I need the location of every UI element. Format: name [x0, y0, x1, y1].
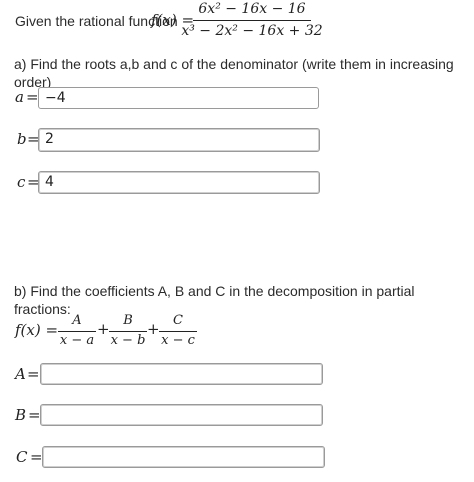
fraction-bar	[193, 20, 311, 21]
row-a-label: a	[15, 88, 24, 106]
coef-A-label: A	[15, 365, 26, 383]
fraction-denominator: x³ − 2x² − 16x + 32	[181, 23, 323, 39]
term-a-numerator: A	[72, 313, 82, 328]
root-b-input[interactable]: 2	[38, 128, 320, 152]
root-a-input[interactable]: −4	[38, 87, 319, 109]
term-a-bar	[58, 331, 96, 332]
part-b-fx: f(x) =	[15, 321, 59, 339]
part-a-prompt: a) Find the roots a,b and c of the denom…	[14, 56, 454, 90]
term-c-fraction: C x − c	[159, 313, 197, 349]
coef-B-input[interactable]	[40, 404, 323, 426]
coef-B-equals: =	[28, 406, 41, 424]
term-c-numerator: C	[173, 313, 183, 328]
coef-A-input[interactable]	[40, 363, 323, 385]
term-b-bar	[109, 331, 147, 332]
fraction-numerator: 6x² − 16x − 16	[198, 1, 306, 17]
row-b-label: b	[17, 130, 27, 148]
row-c-label: c	[17, 173, 26, 191]
term-c-bar	[159, 331, 197, 332]
intro-fraction: 6x² − 16x − 16 x³ − 2x² − 16x + 32	[181, 0, 322, 40]
coef-C-label: C	[16, 448, 28, 466]
coef-B-label: B	[15, 406, 27, 424]
term-a-fraction: A x − a	[58, 313, 96, 349]
coef-A-equals: =	[27, 365, 40, 383]
coef-C-equals: =	[30, 448, 43, 466]
term-b-fraction: B x − b	[109, 313, 147, 349]
row-a-equals: =	[26, 88, 39, 106]
term-a-denominator: x − a	[59, 333, 95, 348]
term-b-numerator: B	[123, 313, 133, 328]
plus-2: +	[147, 320, 160, 338]
term-b-denominator: x − b	[110, 333, 146, 348]
root-c-input[interactable]: 4	[38, 171, 320, 194]
coef-C-input[interactable]	[42, 446, 325, 468]
plus-1: +	[97, 320, 110, 338]
term-c-denominator: x − c	[161, 333, 195, 348]
